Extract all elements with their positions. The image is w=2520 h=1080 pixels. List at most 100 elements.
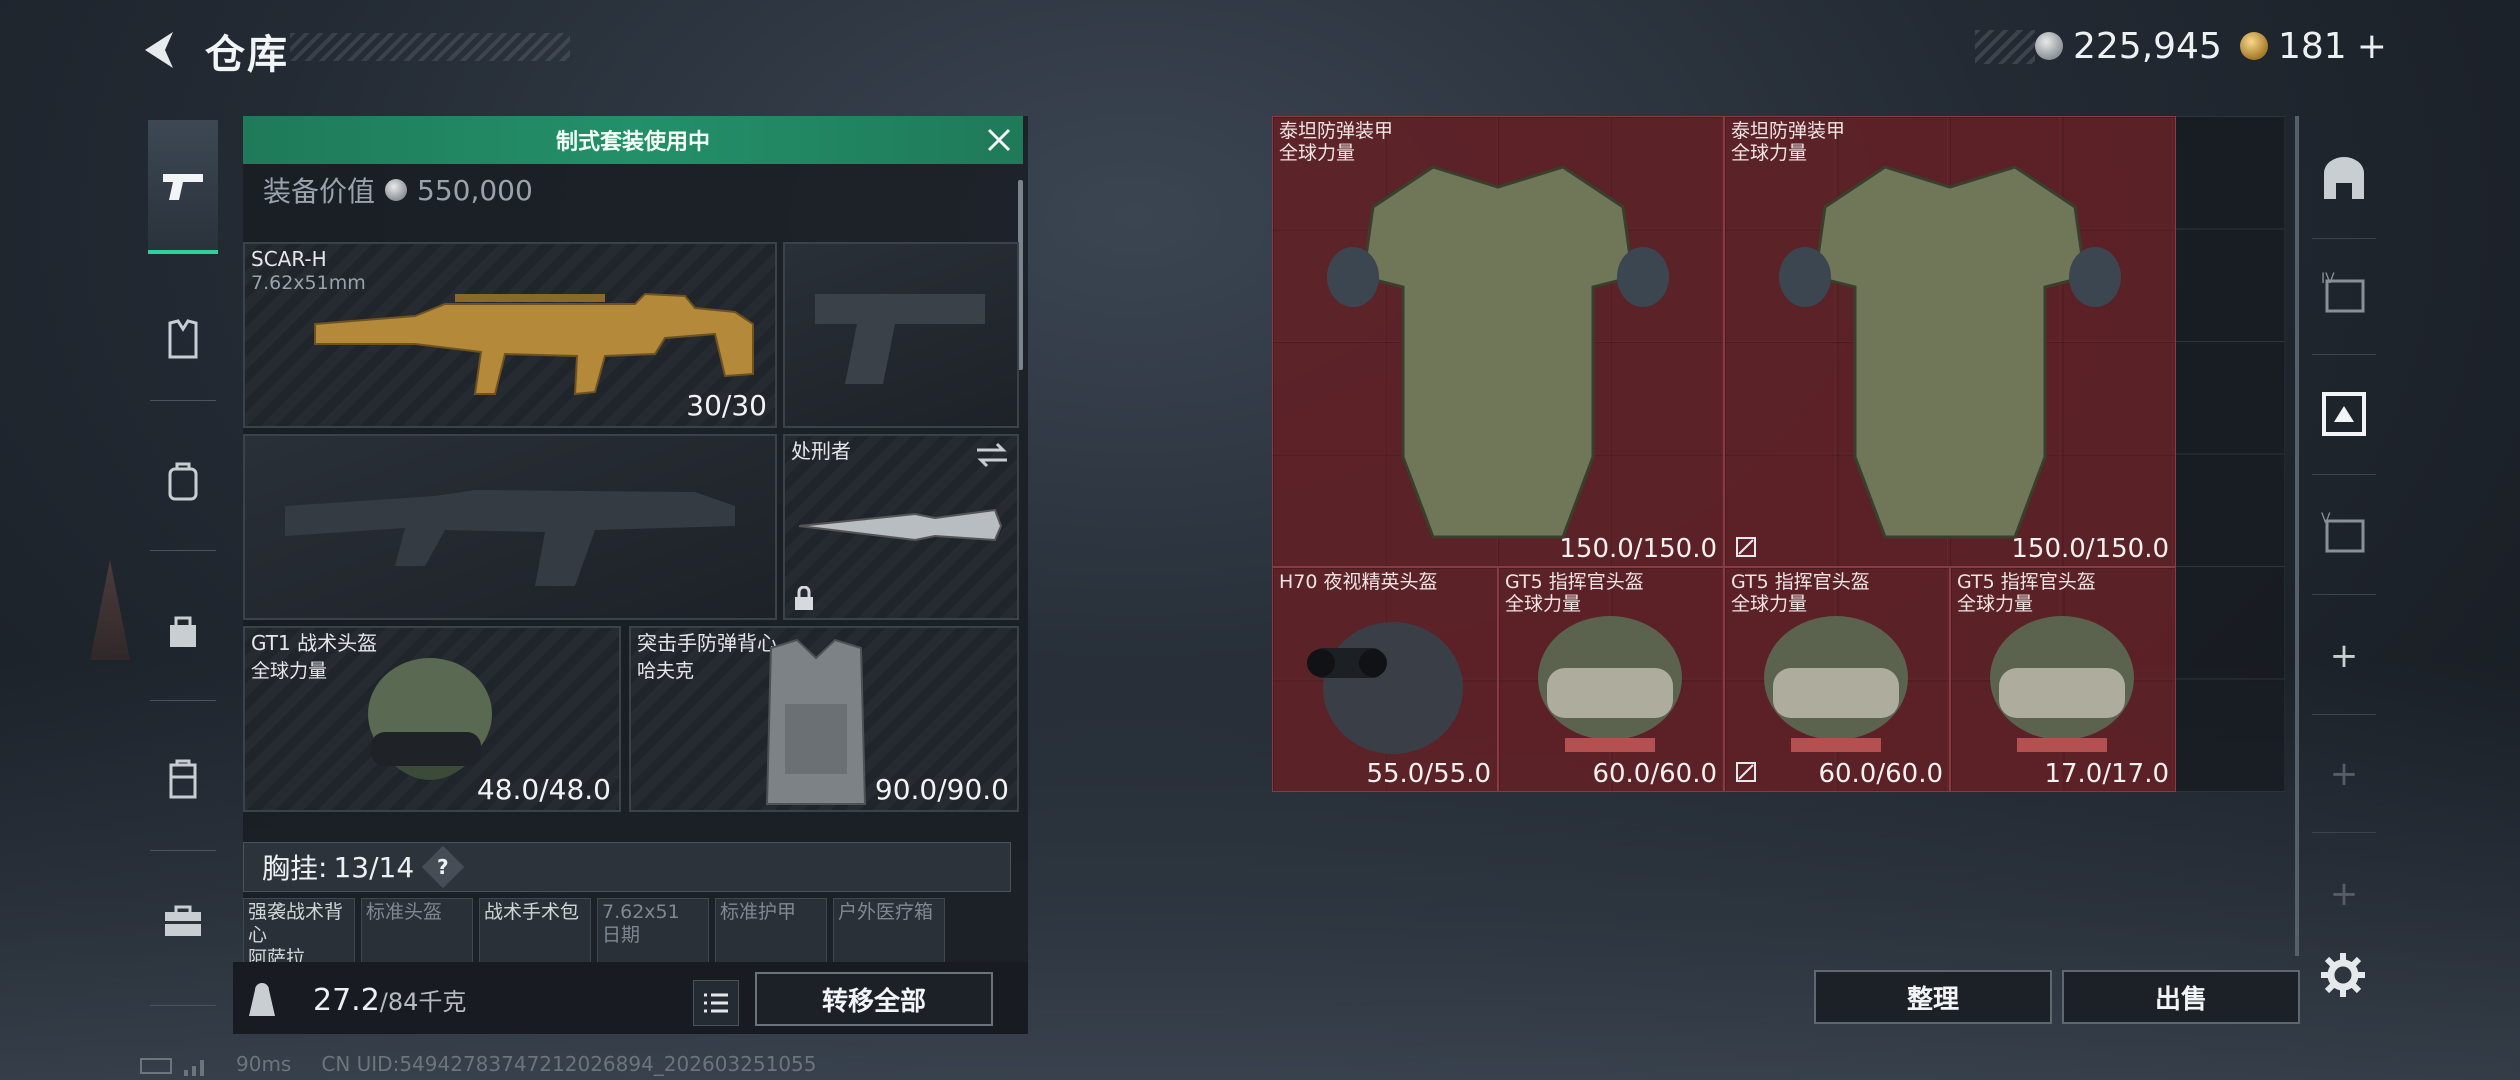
silver-coin-icon (2035, 32, 2063, 60)
gold-amount: 181 (2278, 25, 2347, 67)
helmet-tag: 全球力量 (251, 660, 328, 682)
preset-banner: 制式套装使用中 (243, 116, 1023, 164)
silver-coin-icon (385, 179, 408, 201)
pistol-icon (163, 174, 203, 200)
carry-weight-current: 27.2 (313, 983, 380, 1018)
melee-slot[interactable]: 处刑者 (783, 434, 1019, 620)
warehouse-icon (2324, 157, 2364, 199)
storage-v-icon: V (2321, 511, 2365, 553)
help-icon[interactable]: ? (421, 845, 465, 889)
signal-icon (184, 1060, 204, 1076)
battery-icon (140, 1058, 172, 1074)
pistol-silhouette-icon (815, 294, 985, 384)
armor-tag: 哈夫克 (637, 660, 695, 682)
lock-icon (795, 586, 813, 610)
silver-amount: 225,945 (2073, 25, 2222, 67)
weight-icon (249, 983, 275, 1016)
storage-item[interactable]: 泰坦防弹装甲 全球力量 150.0/150.0 (1724, 116, 2176, 567)
rig-item[interactable]: 标准护甲 (715, 898, 827, 968)
helmet-slot[interactable]: GT1 战术头盔 全球力量 48.0/48.0 (243, 626, 621, 812)
preset-banner-label: 制式套装使用中 (555, 130, 710, 155)
tab-divider (150, 850, 216, 851)
rig-item[interactable]: 标准头盔 (361, 898, 473, 968)
tab-briefcase[interactable] (150, 888, 216, 954)
gold-currency[interactable]: 181 + (2240, 25, 2387, 67)
weapon-ammo-count: 30/30 (686, 389, 767, 422)
tab-bag[interactable] (150, 598, 216, 664)
back-arrow-icon (145, 32, 173, 68)
swap-icon[interactable] (975, 442, 1009, 468)
tab-weapons[interactable] (148, 120, 218, 254)
settings-button[interactable] (2318, 950, 2368, 1000)
rig-item[interactable]: 户外医疗箱 (833, 898, 945, 968)
rig-item[interactable]: 强袭战术背心 阿萨拉 (243, 898, 355, 968)
storage-item[interactable]: GT5 指挥官头盔 全球力量 17.0/17.0 (1950, 567, 2176, 792)
tab-case[interactable] (150, 746, 216, 812)
svg-text:IV: IV (2321, 271, 2335, 287)
tab-storage-active[interactable] (2312, 382, 2376, 446)
right-tab-rail: IV V + + + (2304, 110, 2384, 1010)
tab-armor[interactable] (150, 306, 216, 372)
storage-iv-icon: IV (2321, 271, 2365, 313)
sell-button[interactable]: 出售 (2062, 970, 2300, 1024)
tab-storage-main[interactable] (2312, 146, 2376, 210)
rig-item[interactable]: 7.62x51 日期 (597, 898, 709, 968)
transfer-all-button[interactable]: 转移全部 (755, 972, 993, 1026)
carry-weight-max: /84千克 (379, 988, 467, 1016)
item-durability: 60.0/60.0 (1592, 759, 1717, 789)
chest-rig-label: 胸挂 (262, 852, 319, 885)
storage-item[interactable]: GT5 指挥官头盔 全球力量 60.0/60.0 (1724, 567, 1950, 792)
close-icon (987, 128, 1011, 152)
tab-storage-iv[interactable]: IV (2312, 260, 2376, 324)
currency-decoration (1975, 30, 2035, 64)
chest-rig-header[interactable]: 胸挂 : 13/14 ? (243, 842, 1011, 892)
storage-item[interactable]: H70 夜视精英头盔 55.0/55.0 (1272, 567, 1498, 792)
helmet-durability: 48.0/48.0 (476, 773, 611, 806)
tab-divider (150, 1005, 216, 1006)
list-icon (704, 993, 728, 1013)
briefcase-icon (165, 905, 201, 936)
chest-rig-items: 强袭战术背心 阿萨拉 标准头盔 战术手术包 7.62x51 日期 标准护甲 户外… (243, 898, 1023, 968)
svg-text:V: V (2321, 511, 2331, 527)
armor-slot[interactable]: 突击手防弹背心 哈夫克 90.0/90.0 (629, 626, 1019, 812)
gold-add-button[interactable]: + (2357, 26, 2387, 67)
add-storage-button-locked[interactable]: + (2312, 862, 2376, 926)
ping-readout: 90ms (236, 1052, 292, 1076)
bound-icon (1736, 537, 1756, 557)
background-cone (90, 560, 130, 660)
storage-grid-icon (2322, 392, 2366, 436)
add-storage-button-locked[interactable]: + (2312, 742, 2376, 806)
loadout-panel: 制式套装使用中 装备价值 550,000 SCAR-H 7.62x51mm 30… (233, 116, 1028, 1034)
sort-button[interactable]: 整理 (1814, 970, 2052, 1024)
storage-grid: 泰坦防弹装甲 全球力量 150.0/150.0 泰坦防弹装甲 全球力量 150.0/… (1272, 116, 2285, 792)
storage-item[interactable]: 泰坦防弹装甲 全球力量 150.0/150.0 (1272, 116, 1724, 567)
armor-image (1779, 165, 2121, 539)
secondary-weapon-slot[interactable] (783, 242, 1019, 428)
equipment-value-amount: 550,000 (417, 173, 533, 207)
storage-scrollbar[interactable] (2295, 116, 2299, 956)
rig-item[interactable]: 战术手术包 (479, 898, 591, 968)
secondary-primary-slot[interactable] (243, 434, 777, 620)
list-view-button[interactable] (693, 980, 739, 1026)
tab-backpack[interactable] (150, 448, 216, 514)
loadout-bottom-bar: 27.2/84千克 转移全部 (233, 962, 1028, 1034)
carry-weight: 27.2/84千克 (313, 982, 466, 1018)
add-storage-button[interactable]: + (2312, 624, 2376, 688)
item-durability: 150.0/150.0 (1559, 534, 1717, 564)
commander-helmet-image (1764, 616, 1908, 752)
tab-storage-v[interactable]: V (2312, 500, 2376, 564)
title-decoration (290, 33, 570, 61)
storage-item[interactable]: GT5 指挥官头盔 全球力量 60.0/60.0 (1498, 567, 1724, 792)
tab-divider (150, 700, 216, 701)
chest-rig-capacity: 13/14 (333, 850, 415, 884)
back-button[interactable] (135, 24, 187, 76)
equipment-value: 装备价值 550,000 (263, 170, 533, 210)
knife-image (798, 508, 1003, 542)
primary-weapon-slot[interactable]: SCAR-H 7.62x51mm 30/30 (243, 242, 777, 428)
close-preset-button[interactable] (985, 126, 1013, 154)
rifle-silhouette-icon (285, 490, 735, 586)
equipment-value-label: 装备价值 (263, 175, 376, 208)
user-id: CN UID:5494278374721202689​4_20260325105… (321, 1052, 817, 1076)
armor-image (1327, 165, 1669, 539)
commander-helmet-image (1538, 616, 1682, 752)
